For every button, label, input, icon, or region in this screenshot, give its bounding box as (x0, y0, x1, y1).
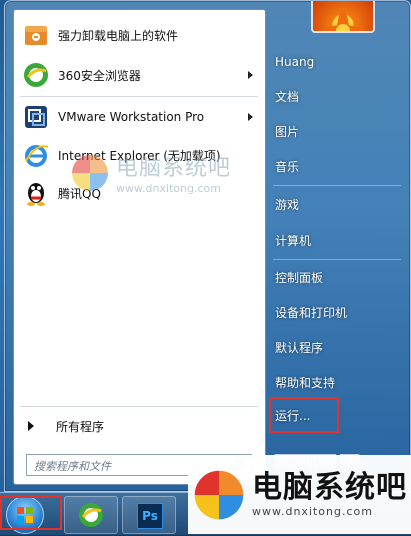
flower-icon (323, 11, 363, 31)
all-programs-label: 所有程序 (56, 419, 105, 434)
program-360-browser[interactable]: 360安全浏览器 (18, 56, 261, 94)
start-menu: 强力卸载电脑上的软件 360安全浏览器 VMware Workstation P… (4, 0, 411, 492)
user-folder-link[interactable]: Huang (275, 47, 400, 77)
taskbar-360-browser[interactable] (64, 496, 118, 534)
watermark-center: 电脑系统吧 www.dnxitong.com (70, 150, 231, 195)
start-highlight-box (0, 496, 62, 530)
menu-label: 设备和打印机 (275, 305, 348, 320)
help-support-link[interactable]: 帮助和支持 (275, 367, 400, 397)
internet-explorer-icon (22, 141, 50, 169)
separator (20, 406, 258, 407)
menu-label: 默认程序 (275, 340, 324, 355)
control-panel-link[interactable]: 控制面板 (275, 262, 400, 292)
program-uninstaller[interactable]: 强力卸载电脑上的软件 (18, 16, 261, 54)
watermark-logo-icon (72, 154, 108, 191)
programs-pane: 强力卸载电脑上的软件 360安全浏览器 VMware Workstation P… (13, 9, 266, 485)
run-highlight-box (269, 397, 339, 433)
default-programs-link[interactable]: 默认程序 (275, 332, 400, 362)
360-browser-icon (79, 503, 103, 527)
submenu-arrow-icon[interactable] (248, 71, 253, 79)
program-label: 强力卸载电脑上的软件 (58, 28, 179, 43)
devices-printers-link[interactable]: 设备和打印机 (275, 297, 400, 327)
watermark-corner: 电脑系统吧 www.dnxitong.com (188, 455, 411, 534)
user-picture[interactable] (311, 1, 375, 33)
all-programs-button[interactable]: 所有程序 (18, 414, 261, 438)
menu-label: Huang (275, 55, 315, 69)
submenu-arrow-icon[interactable] (248, 113, 253, 121)
menu-label: 图片 (275, 124, 300, 139)
menu-label: 计算机 (275, 233, 312, 248)
separator (273, 185, 401, 186)
expand-triangle-icon (28, 421, 34, 431)
program-vmware[interactable]: VMware Workstation Pro (18, 98, 261, 136)
qq-penguin-icon (22, 179, 50, 207)
vmware-icon (22, 103, 50, 131)
watermark-url: www.dnxitong.com (252, 505, 373, 518)
music-link[interactable]: 音乐 (275, 151, 400, 181)
photoshop-icon: Ps (137, 503, 163, 529)
taskbar-photoshop[interactable]: Ps (122, 496, 176, 534)
menu-label: 音乐 (275, 159, 300, 174)
computer-link[interactable]: 计算机 (275, 225, 400, 255)
uninstall-box-icon (22, 21, 50, 49)
watermark-logo-icon (194, 470, 244, 519)
menu-label: 控制面板 (275, 270, 324, 285)
separator (20, 96, 258, 97)
desktop: 强力卸载电脑上的软件 360安全浏览器 VMware Workstation P… (0, 0, 411, 535)
documents-link[interactable]: 文档 (275, 81, 400, 111)
program-label: VMware Workstation Pro (58, 110, 205, 124)
program-label: 360安全浏览器 (58, 68, 141, 83)
watermark-title: 电脑系统吧 (252, 470, 407, 505)
separator (273, 259, 401, 260)
watermark-url: www.dnxitong.com (116, 182, 221, 195)
menu-label: 游戏 (275, 197, 300, 212)
watermark-title: 电脑系统吧 (116, 156, 232, 181)
pictures-link[interactable]: 图片 (275, 116, 400, 146)
360-browser-icon (22, 61, 50, 89)
menu-label: 文档 (275, 89, 300, 104)
menu-label: 帮助和支持 (275, 375, 336, 390)
games-link[interactable]: 游戏 (275, 189, 400, 219)
